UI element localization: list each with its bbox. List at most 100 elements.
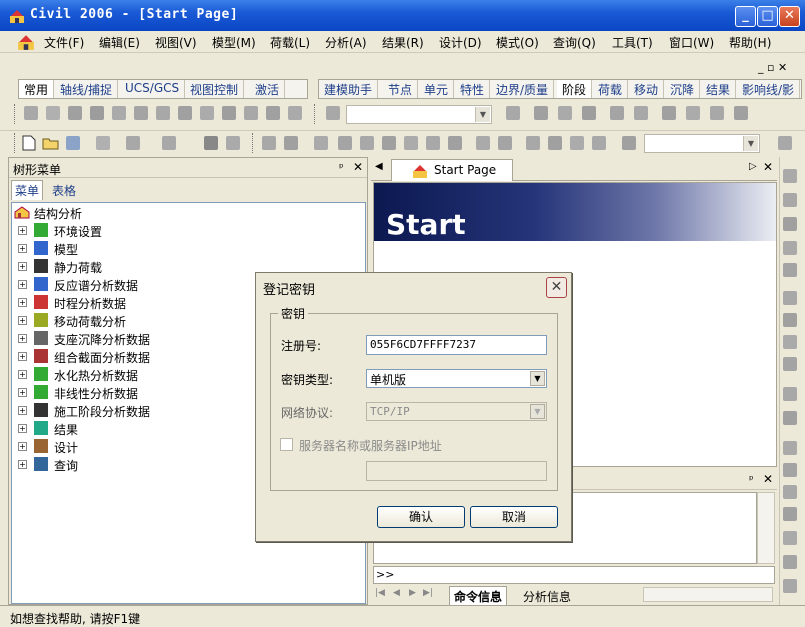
toolbar-icon[interactable]: [284, 136, 298, 150]
tab-menu[interactable]: 菜单: [11, 180, 44, 200]
undo-icon[interactable]: [126, 136, 140, 150]
menu-results[interactable]: 结果(R): [382, 34, 424, 51]
server-field[interactable]: [366, 461, 547, 481]
zoom-in-icon[interactable]: [783, 193, 797, 207]
view-icon[interactable]: [783, 441, 797, 455]
toolbar-icon[interactable]: [778, 136, 792, 150]
panel-close-icon[interactable]: ✕: [763, 472, 773, 486]
expand-icon[interactable]: +: [18, 352, 27, 361]
toolbar-icon[interactable]: [314, 136, 328, 150]
tab-scroll-right-icon[interactable]: ▷: [749, 161, 757, 172]
app-menu-icon[interactable]: [17, 33, 35, 51]
tab-axis-snap[interactable]: 轴线/捕捉: [55, 80, 119, 98]
tab-view-control[interactable]: 视图控制: [185, 80, 245, 98]
select-all-icon[interactable]: [222, 106, 236, 120]
select-window-icon[interactable]: [68, 106, 82, 120]
expand-icon[interactable]: +: [18, 406, 27, 415]
tab-moving[interactable]: 移动: [629, 80, 665, 98]
tab-element[interactable]: 单元: [419, 80, 455, 98]
zoom-all-icon[interactable]: [783, 263, 797, 277]
tab-table[interactable]: 表格: [49, 181, 79, 200]
expand-icon[interactable]: +: [18, 424, 27, 433]
protocol-select[interactable]: TCP/IP ▼: [366, 402, 547, 421]
zoom-fit-icon[interactable]: [783, 241, 797, 255]
tab-boundary-mass[interactable]: 边界/质量: [491, 80, 555, 98]
server-checkbox[interactable]: [280, 438, 293, 451]
stage-toolbar-icon[interactable]: [634, 106, 648, 120]
toolbar-icon[interactable]: [426, 136, 440, 150]
toolbar-icon[interactable]: [622, 136, 636, 150]
pin-icon[interactable]: ᵖ: [749, 473, 754, 486]
stage-icon[interactable]: [326, 106, 340, 120]
tab-load[interactable]: 荷载: [593, 80, 629, 98]
tab-influence-line[interactable]: 影响线/影: [737, 80, 801, 98]
expand-icon[interactable]: +: [18, 442, 27, 451]
select-property-icon[interactable]: [178, 106, 192, 120]
chevron-down-icon[interactable]: ▼: [530, 371, 545, 386]
unit-combo[interactable]: ▼: [644, 134, 760, 153]
toolbar-icon[interactable]: [448, 136, 462, 150]
dialog-close-button[interactable]: ✕: [546, 277, 567, 298]
stage-toolbar-icon[interactable]: [734, 106, 748, 120]
tab-property[interactable]: 特性: [455, 80, 491, 98]
menu-mode[interactable]: 模式(O): [496, 34, 539, 51]
vertical-scrollbar[interactable]: [757, 492, 775, 564]
select-plane-icon[interactable]: [134, 106, 148, 120]
view-icon[interactable]: [783, 387, 797, 401]
view-icon[interactable]: [783, 579, 797, 593]
select-intersect-icon[interactable]: [112, 106, 126, 120]
stage-toolbar-icon[interactable]: [662, 106, 676, 120]
select-volume-icon[interactable]: [156, 106, 170, 120]
tab-settlement[interactable]: 沉降: [665, 80, 701, 98]
toolbar-icon[interactable]: [548, 136, 562, 150]
node-select-icon[interactable]: [288, 106, 302, 120]
select-icon[interactable]: [24, 106, 38, 120]
maximize-button[interactable]: □: [757, 6, 778, 27]
prev-page-icon[interactable]: ◀: [393, 588, 400, 598]
expand-icon[interactable]: +: [18, 262, 27, 271]
view-icon[interactable]: [783, 411, 797, 425]
key-type-select[interactable]: 单机版 ▼: [366, 369, 547, 388]
next-page-icon[interactable]: ▶: [409, 588, 416, 598]
mdi-controls[interactable]: _ ▫ ✕: [758, 61, 787, 74]
open-folder-icon[interactable]: [42, 135, 60, 151]
print-icon[interactable]: [204, 136, 218, 150]
expand-icon[interactable]: +: [18, 226, 27, 235]
toolbar-grip[interactable]: [14, 104, 17, 124]
view-icon[interactable]: [783, 463, 797, 477]
expand-icon[interactable]: +: [18, 370, 27, 379]
toolbar-grip[interactable]: [14, 133, 17, 153]
previous-select-icon[interactable]: [266, 106, 280, 120]
minimize-button[interactable]: _: [735, 6, 756, 27]
menu-query[interactable]: 查询(Q): [553, 34, 596, 51]
menu-file[interactable]: 文件(F): [44, 34, 84, 51]
ok-button[interactable]: 确认: [377, 506, 465, 528]
view-icon[interactable]: [783, 531, 797, 545]
menu-load[interactable]: 荷载(L): [270, 34, 310, 51]
stage-toolbar-icon[interactable]: [610, 106, 624, 120]
print-preview-icon[interactable]: [226, 136, 240, 150]
menu-window[interactable]: 窗口(W): [669, 34, 714, 51]
delete-icon[interactable]: [96, 136, 110, 150]
menu-help[interactable]: 帮助(H): [729, 34, 771, 51]
panel-close-icon[interactable]: ✕: [353, 160, 363, 174]
stage-toolbar-icon[interactable]: [558, 106, 572, 120]
start-page-tab[interactable]: Start Page: [391, 159, 513, 181]
tab-stage[interactable]: 阶段: [557, 80, 593, 98]
toolbar-icon[interactable]: [360, 136, 374, 150]
menu-design[interactable]: 设计(D): [439, 34, 482, 51]
chevron-down-icon[interactable]: ▼: [475, 107, 490, 122]
menu-model[interactable]: 模型(M): [212, 34, 256, 51]
stage-combo[interactable]: ▼: [346, 105, 492, 124]
zoom-out-icon[interactable]: [783, 217, 797, 231]
stage-toolbar-icon[interactable]: [710, 106, 724, 120]
select-id-icon[interactable]: [200, 106, 214, 120]
tab-node[interactable]: 节点: [383, 80, 419, 98]
pan-up-icon[interactable]: [783, 335, 797, 349]
menu-edit[interactable]: 编辑(E): [99, 34, 140, 51]
toolbar-icon[interactable]: [262, 136, 276, 150]
view-icon[interactable]: [783, 507, 797, 521]
view-icon[interactable]: [783, 555, 797, 569]
expand-icon[interactable]: +: [18, 316, 27, 325]
pan-left-icon[interactable]: [783, 291, 797, 305]
